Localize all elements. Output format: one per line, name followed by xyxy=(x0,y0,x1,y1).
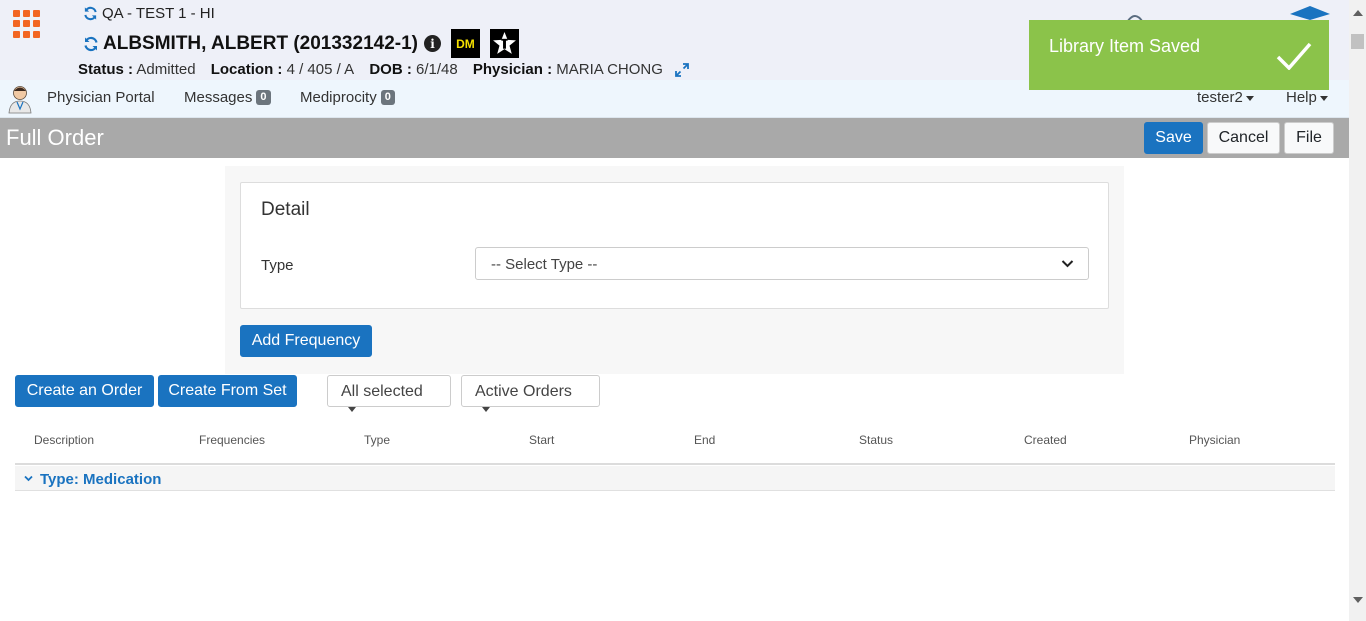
patient-status-line: Status : Admitted Location : 4 / 405 / A… xyxy=(78,61,690,78)
scroll-up-icon[interactable] xyxy=(1353,10,1363,16)
chevron-down-icon[interactable] xyxy=(24,474,33,483)
column-header[interactable]: Start xyxy=(529,433,554,447)
checkmark-icon xyxy=(1276,42,1312,70)
nav-label: Physician Portal xyxy=(47,89,155,106)
nav-label: Messages xyxy=(184,89,253,106)
group-row-medication[interactable]: Type: Medication xyxy=(15,466,1335,491)
info-icon[interactable]: i xyxy=(423,35,441,52)
avatar[interactable] xyxy=(6,84,34,114)
nav-messages[interactable]: Messages 0 xyxy=(184,89,271,106)
column-header[interactable]: Frequencies xyxy=(199,433,265,447)
patient-line: ALBSMITH, ALBERT (201332142-1) i DM xyxy=(83,29,519,58)
help-label: Help xyxy=(1286,89,1317,106)
column-header[interactable]: Status xyxy=(859,433,893,447)
active-orders-dropdown[interactable]: Active Orders xyxy=(461,375,600,413)
caret-down-icon xyxy=(348,407,356,413)
column-header[interactable]: Description xyxy=(34,433,94,447)
caret-down-icon xyxy=(1319,95,1328,101)
chevron-down-icon xyxy=(1061,260,1074,268)
refresh-icon[interactable] xyxy=(83,36,99,52)
detail-panel: Detail Type -- Select Type -- xyxy=(240,182,1109,309)
column-header[interactable]: Created xyxy=(1024,433,1067,447)
user-menu[interactable]: tester2 xyxy=(1197,89,1254,106)
column-header[interactable]: Physician xyxy=(1189,433,1240,447)
dob-label: DOB : xyxy=(369,61,412,78)
mediprocity-count-badge: 0 xyxy=(380,90,395,105)
physician-value: MARIA CHONG xyxy=(556,61,663,78)
status-value: Admitted xyxy=(136,61,196,78)
expand-icon[interactable] xyxy=(675,63,690,77)
dob-value: 6/1/48 xyxy=(415,61,458,78)
messages-count-badge: 0 xyxy=(256,90,271,105)
create-from-set-button[interactable]: Create From Set xyxy=(158,375,297,407)
location-value: 4 / 405 / A xyxy=(286,61,355,78)
save-button[interactable]: Save xyxy=(1144,122,1203,154)
cancel-button[interactable]: Cancel xyxy=(1207,122,1280,154)
scroll-down-icon[interactable] xyxy=(1353,597,1363,603)
dropdown-label: All selected xyxy=(341,383,423,400)
toast-notification[interactable]: Library Item Saved xyxy=(1029,20,1329,90)
refresh-icon[interactable] xyxy=(83,6,98,21)
nav-physician-portal[interactable]: Physician Portal xyxy=(47,89,155,106)
patient-name: ALBSMITH, ALBERT (201332142-1) xyxy=(103,32,418,54)
dm-badge: DM xyxy=(450,29,480,58)
dropdown-label: Active Orders xyxy=(475,383,572,400)
toast-message: Library Item Saved xyxy=(1049,36,1201,56)
page: QA - TEST 1 - HI ALBSMITH, ALBERT (20133… xyxy=(0,0,1366,621)
type-select[interactable]: -- Select Type -- xyxy=(475,247,1089,280)
column-header[interactable]: End xyxy=(694,433,715,447)
detail-title: Detail xyxy=(261,199,310,220)
create-order-button[interactable]: Create an Order xyxy=(15,375,154,407)
status-label: Status : xyxy=(78,61,134,78)
title-bar: Full Order Save Cancel File xyxy=(0,118,1349,158)
nav-label: Mediprocity xyxy=(300,89,377,106)
add-frequency-button[interactable]: Add Frequency xyxy=(240,325,372,357)
nav-mediprocity[interactable]: Mediprocity 0 xyxy=(300,89,395,106)
star-badge-icon xyxy=(489,29,519,58)
orders-table-header: Description Frequencies Type Start End S… xyxy=(15,425,1335,465)
page-title: Full Order xyxy=(6,125,104,150)
file-button[interactable]: File xyxy=(1284,122,1334,154)
caret-down-icon xyxy=(1245,95,1254,101)
user-name: tester2 xyxy=(1197,89,1243,106)
apps-grid-icon[interactable] xyxy=(13,10,41,38)
group-label: Type: Medication xyxy=(40,471,162,488)
vertical-scrollbar[interactable] xyxy=(1349,0,1366,621)
facility-line: QA - TEST 1 - HI xyxy=(83,5,215,22)
column-header[interactable]: Type xyxy=(364,433,390,447)
caret-down-icon xyxy=(482,407,490,413)
type-select-value: -- Select Type -- xyxy=(491,256,598,273)
type-label: Type xyxy=(261,257,294,274)
facility-name: QA - TEST 1 - HI xyxy=(102,5,215,22)
help-menu[interactable]: Help xyxy=(1286,89,1328,106)
all-selected-dropdown[interactable]: All selected xyxy=(327,375,451,413)
physician-label: Physician : xyxy=(472,61,553,78)
scroll-thumb[interactable] xyxy=(1351,34,1364,49)
location-label: Location : xyxy=(210,61,283,78)
